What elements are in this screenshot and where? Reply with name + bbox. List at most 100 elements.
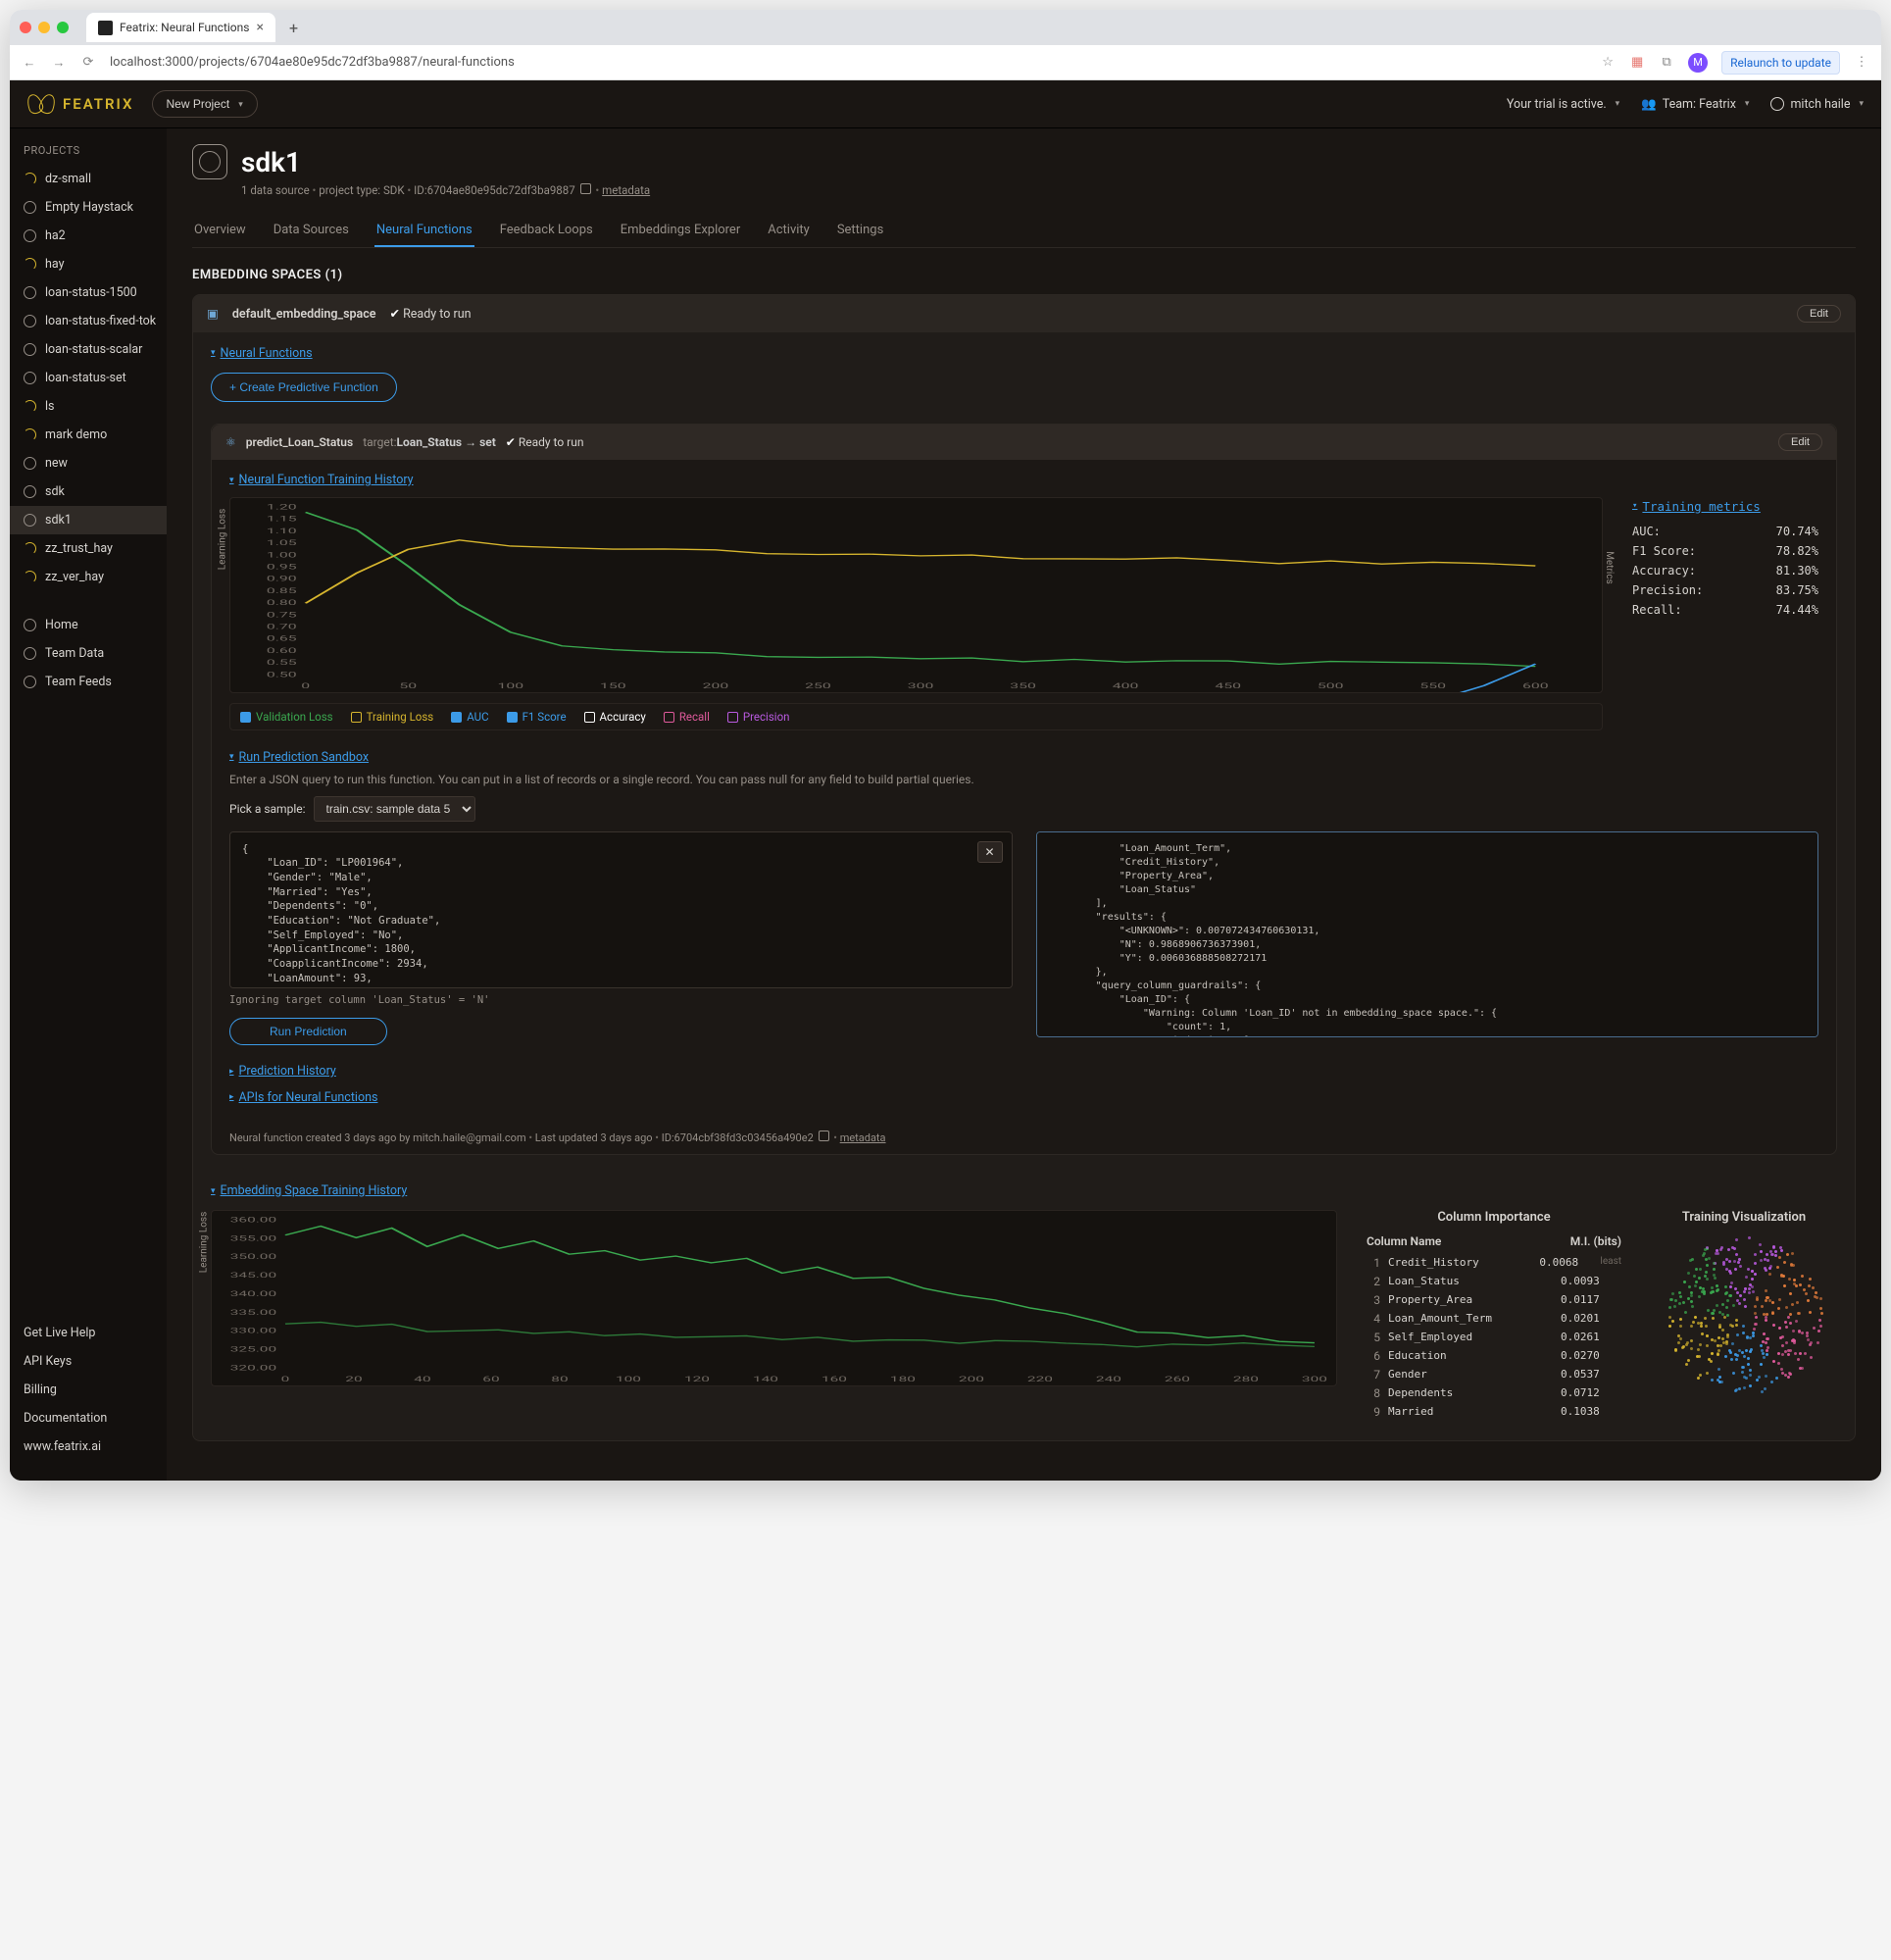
sidebar-project-item[interactable]: dz-small	[10, 165, 167, 193]
apis-toggle[interactable]: APIs for Neural Functions	[229, 1090, 377, 1105]
svg-text:345.00: 345.00	[230, 1271, 277, 1279]
legend-item[interactable]: Recall	[664, 710, 710, 724]
prediction-history-toggle[interactable]: Prediction History	[229, 1064, 336, 1079]
project-status-icon	[24, 542, 36, 555]
minimize-window-icon[interactable]	[38, 22, 50, 33]
user-menu[interactable]: mitch haile	[1770, 97, 1864, 112]
es-training-chart: Learning Loss 320.00325.00330.00335.0034…	[211, 1210, 1337, 1386]
extension-icon[interactable]: ▦	[1629, 55, 1645, 71]
sidebar-bottom-link[interactable]: Get Live Help	[10, 1319, 167, 1347]
sidebar-project-item[interactable]: ls	[10, 392, 167, 421]
project-tab[interactable]: Neural Functions	[374, 215, 474, 247]
reload-icon[interactable]: ⟳	[80, 55, 96, 71]
project-tab[interactable]: Data Sources	[272, 215, 351, 247]
sidebar-project-item[interactable]: loan-status-set	[10, 364, 167, 392]
sidebar-project-item[interactable]: new	[10, 449, 167, 477]
chart-legend: Validation Loss Training Loss AUC F1 Score A…	[229, 703, 1603, 730]
sample-select[interactable]: train.csv: sample data 5	[314, 796, 475, 822]
sidebar-bottom-link[interactable]: API Keys	[10, 1347, 167, 1376]
sidebar-project-item[interactable]: loan-status-scalar	[10, 335, 167, 364]
profile-avatar[interactable]: M	[1688, 53, 1708, 73]
project-status-icon	[24, 428, 36, 441]
legend-item[interactable]: AUC	[451, 710, 488, 724]
run-prediction-button[interactable]: Run Prediction	[229, 1018, 387, 1045]
brand-logo[interactable]: FEATRIX	[27, 94, 134, 114]
forward-icon[interactable]: →	[51, 55, 67, 71]
window-controls[interactable]	[20, 22, 78, 33]
tab-close-icon[interactable]: ×	[256, 20, 263, 35]
copy-nf-id-icon[interactable]	[819, 1131, 829, 1141]
nf-metadata-link[interactable]: metadata	[840, 1131, 886, 1144]
project-tab[interactable]: Embeddings Explorer	[619, 215, 743, 247]
sidebar-nav-item[interactable]: Team Data	[10, 639, 167, 668]
sidebar-project-item[interactable]: loan-status-1500	[10, 278, 167, 307]
embedding-scatter[interactable]	[1661, 1231, 1827, 1397]
svg-text:280: 280	[1233, 1375, 1259, 1382]
close-window-icon[interactable]	[20, 22, 31, 33]
svg-text:0.80: 0.80	[267, 599, 297, 607]
es-history-toggle[interactable]: Embedding Space Training History	[211, 1183, 407, 1198]
project-tab[interactable]: Overview	[192, 215, 248, 247]
edit-embedding-space-button[interactable]: Edit	[1797, 305, 1841, 323]
project-tab[interactable]: Feedback Loops	[498, 215, 595, 247]
sidebar-nav-item[interactable]: Home	[10, 611, 167, 639]
project-status-icon	[24, 286, 36, 299]
new-tab-icon[interactable]: +	[283, 19, 304, 37]
menu-icon[interactable]: ⋮	[1854, 55, 1869, 71]
legend-item[interactable]: F1 Score	[507, 710, 567, 724]
team-switcher[interactable]: 👥 Team: Featrix	[1641, 97, 1749, 112]
input-json-box[interactable]: { "Loan_ID": "LP001964", "Gender": "Male…	[229, 831, 1013, 988]
browser-tab[interactable]: Featrix: Neural Functions ×	[86, 13, 275, 42]
sandbox-toggle[interactable]: Run Prediction Sandbox	[229, 750, 369, 765]
project-tab[interactable]: Activity	[766, 215, 812, 247]
metadata-link[interactable]: metadata	[602, 183, 650, 197]
sidebar-project-item[interactable]: ha2	[10, 222, 167, 250]
bookmark-icon[interactable]: ☆	[1600, 55, 1616, 71]
legend-item[interactable]: Training Loss	[351, 710, 434, 724]
svg-text:320.00: 320.00	[230, 1364, 277, 1372]
sidebar-project-item[interactable]: sdk1	[10, 506, 167, 534]
sidebar-project-item[interactable]: hay	[10, 250, 167, 278]
url-bar[interactable]: localhost:3000/projects/6704ae80e95dc72d…	[110, 55, 1586, 70]
svg-text:1.00: 1.00	[267, 551, 297, 559]
legend-item[interactable]: Accuracy	[584, 710, 646, 724]
sidebar-bottom-link[interactable]: Billing	[10, 1376, 167, 1404]
browser-toolbar: ← → ⟳ localhost:3000/projects/6704ae80e9…	[10, 45, 1881, 80]
svg-text:150: 150	[600, 682, 626, 690]
extensions-icon[interactable]: ⧉	[1659, 55, 1674, 71]
sidebar-bottom-link[interactable]: Documentation	[10, 1404, 167, 1432]
sidebar-project-item[interactable]: mark demo	[10, 421, 167, 449]
nav-icon	[24, 619, 36, 631]
team-icon: 👥	[1641, 97, 1657, 112]
sidebar-project-item[interactable]: zz_ver_hay	[10, 563, 167, 591]
clear-input-button[interactable]: ✕	[977, 841, 1003, 863]
new-project-button[interactable]: New Project	[152, 90, 258, 118]
sidebar-project-item[interactable]: sdk	[10, 477, 167, 506]
column-importance-row: 1Credit_History0.0068least	[1367, 1253, 1621, 1272]
metric-row: F1 Score:78.82%	[1632, 541, 1818, 561]
project-status-icon	[24, 514, 36, 527]
sidebar-nav-item[interactable]: Team Feeds	[10, 668, 167, 696]
legend-item[interactable]: Precision	[727, 710, 790, 724]
sidebar-project-item[interactable]: Empty Haystack	[10, 193, 167, 222]
maximize-window-icon[interactable]	[57, 22, 69, 33]
relaunch-button[interactable]: Relaunch to update	[1721, 51, 1840, 75]
edit-nf-button[interactable]: Edit	[1778, 433, 1822, 451]
copy-id-icon[interactable]	[580, 183, 591, 194]
legend-item[interactable]: Validation Loss	[240, 710, 333, 724]
sidebar-project-item[interactable]: zz_trust_hay	[10, 534, 167, 563]
svg-text:450: 450	[1215, 682, 1241, 690]
trial-status[interactable]: Your trial is active.	[1507, 97, 1619, 112]
training-history-toggle[interactable]: Neural Function Training History	[229, 473, 414, 487]
output-json-box: "Loan_Amount_Term", "Credit_History", "P…	[1036, 831, 1819, 1037]
project-tab[interactable]: Settings	[835, 215, 885, 247]
column-importance-row: 9Married0.1038	[1367, 1402, 1621, 1421]
sidebar-project-item[interactable]: loan-status-fixed-tok	[10, 307, 167, 335]
back-icon[interactable]: ←	[22, 55, 37, 71]
neural-functions-toggle[interactable]: Neural Functions	[211, 346, 313, 361]
training-metrics-toggle[interactable]: Training metrics	[1632, 499, 1761, 514]
create-predictive-function-button[interactable]: + Create Predictive Function	[211, 373, 397, 402]
project-status-icon	[24, 485, 36, 498]
svg-text:60: 60	[482, 1375, 500, 1382]
sidebar-bottom-link[interactable]: www.featrix.ai	[10, 1432, 167, 1461]
